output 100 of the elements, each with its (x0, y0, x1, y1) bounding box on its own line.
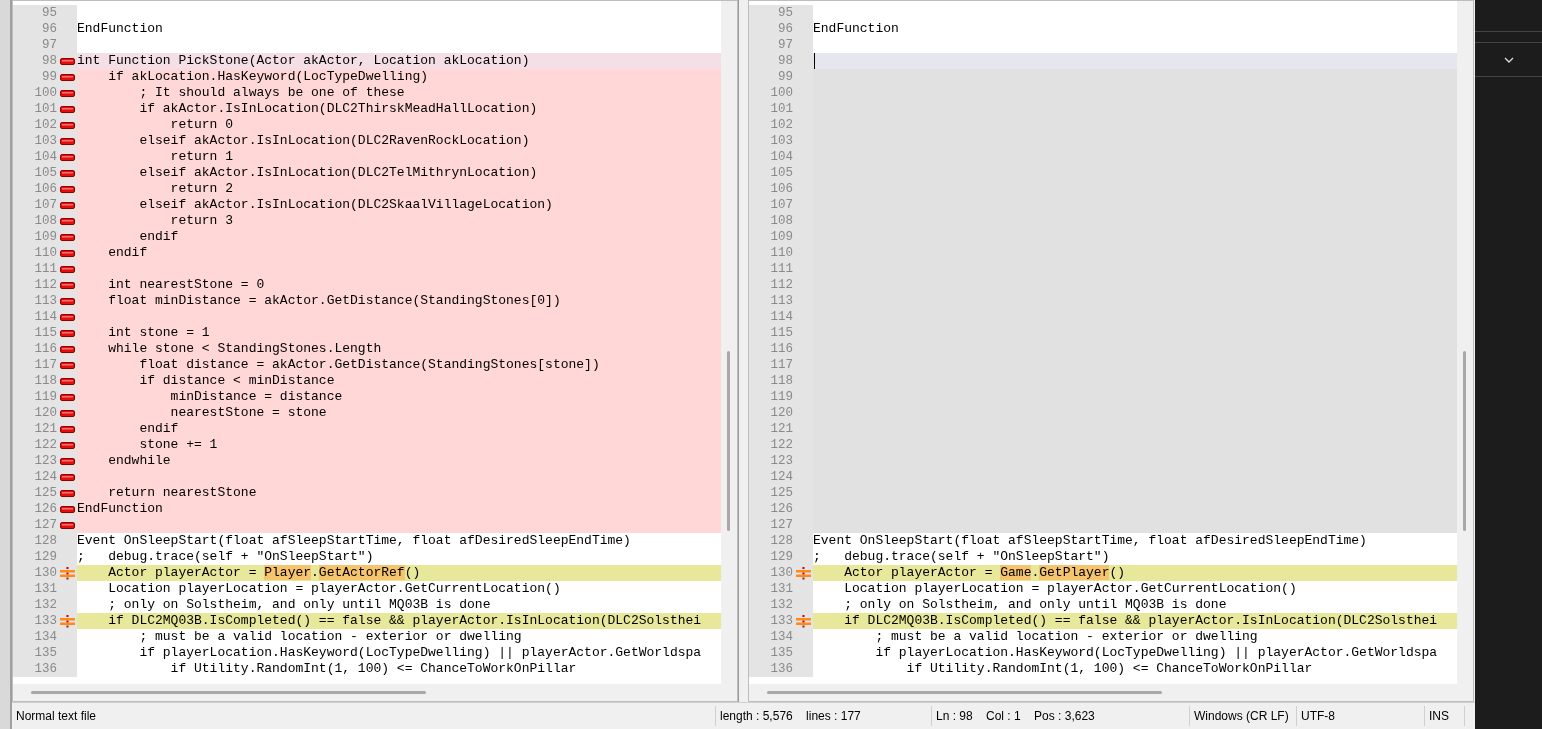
line-number: 122 (769, 437, 793, 453)
code-line: Event OnSleepStart(float afSleepStartTime, float afDesiredSleepEndTime) (77, 533, 631, 549)
code-line: int nearestStone = 0 (107, 277, 265, 293)
line-number: 118 (33, 373, 57, 389)
line-number: 134 (769, 629, 793, 645)
chevron-down-icon[interactable] (1503, 56, 1514, 63)
line-number: 98 (41, 53, 57, 69)
code-line: if DLC2MQ03B.IsCompleted() == false && playerActor.IsInLocation(DLC2Solsthei (107, 613, 702, 629)
line-number: 99 (777, 69, 793, 85)
code-line: ; only on Solstheim, and only until MQ03B is done (107, 597, 491, 613)
line-number: 97 (777, 37, 793, 53)
vertical-scrollbar[interactable] (1457, 1, 1473, 684)
code-line: if playerLocation.HasKeyword(LocTypeDwelling) || playerActor.GetWorldspa (138, 645, 702, 661)
code-line: endif (107, 245, 148, 261)
line-number: 135 (769, 645, 793, 661)
line-number: 110 (33, 245, 57, 261)
line-number: 100 (33, 85, 57, 101)
code-line: return 1 (169, 149, 234, 165)
status-text: INS (1425, 706, 1465, 726)
line-number: 134 (33, 629, 57, 645)
status-text: length : 5,576 lines : 177 (716, 706, 932, 726)
line-number: 100 (769, 85, 793, 101)
line-number: 113 (769, 293, 793, 309)
code-line: endwhile (107, 453, 171, 469)
status-text: UTF-8 (1297, 706, 1425, 726)
line-number: 104 (33, 149, 57, 165)
line-number: 103 (769, 133, 793, 149)
line-number: 103 (33, 133, 57, 149)
line-number: 95 (777, 5, 793, 21)
line-number: 115 (33, 325, 57, 341)
line-number: 123 (769, 453, 793, 469)
line-number: 132 (33, 597, 57, 613)
code-line: Location playerLocation = playerActor.GetCurrentLocation() (843, 581, 1297, 597)
code-line: if distance < minDistance (138, 373, 335, 389)
code-line: nearestStone = stone (169, 405, 327, 421)
line-number: 125 (33, 485, 57, 501)
line-number: 116 (33, 341, 57, 357)
code-line: int stone = 1 (107, 325, 210, 341)
line-number: 121 (33, 421, 57, 437)
code-editor-pane[interactable] (12, 0, 738, 702)
line-number: 130 (33, 565, 57, 581)
line-number: 112 (769, 277, 793, 293)
line-number: 122 (33, 437, 57, 453)
code-line: int Function PickStone(Actor akActor, Location akLocation) (77, 53, 530, 69)
horizontal-scrollbar[interactable] (13, 684, 737, 701)
line-number: 96 (41, 21, 57, 37)
code-line: endif (138, 421, 179, 437)
line-number: 114 (769, 309, 793, 325)
status-text: Ln : 98 Col : 1 Pos : 3,623 (932, 706, 1190, 726)
code-line: elseif akActor.IsInLocation(DLC2TelMithrynLocation) (138, 165, 538, 181)
code-line: ; must be a valid location - exterior or dwelling (138, 629, 522, 645)
line-number: 128 (33, 533, 57, 549)
line-number: 119 (769, 389, 793, 405)
code-line: Actor playerActor = Player.GetActorRef() (107, 565, 421, 581)
line-number: 117 (33, 357, 57, 373)
changed-line-icon (795, 614, 811, 628)
status-text: Windows (CR LF) (1190, 706, 1297, 726)
line-number: 130 (769, 565, 793, 581)
code-line: elseif akActor.IsInLocation(DLC2RavenRockLocation) (138, 133, 530, 149)
code-line: ; only on Solstheim, and only until MQ03B is done (843, 597, 1227, 613)
line-number: 120 (33, 405, 57, 421)
line-number: 120 (769, 405, 793, 421)
line-number: 135 (33, 645, 57, 661)
code-line: if akLocation.HasKeyword(LocTypeDwelling) (107, 69, 429, 85)
line-number: 102 (33, 117, 57, 133)
line-number: 127 (33, 517, 57, 533)
line-number: 107 (33, 197, 57, 213)
code-line: return 2 (169, 181, 234, 197)
line-number: 117 (769, 357, 793, 373)
code-line: if playerLocation.HasKeyword(LocTypeDwelling) || playerActor.GetWorldspa (874, 645, 1438, 661)
line-number: 112 (33, 277, 57, 293)
code-line: EndFunction (813, 21, 899, 37)
line-number: 110 (769, 245, 793, 261)
line-number: 129 (33, 549, 57, 565)
line-number: 111 (769, 261, 793, 277)
code-line: return 3 (169, 213, 234, 229)
line-number: 99 (41, 69, 57, 85)
line-number: 119 (33, 389, 57, 405)
changed-line-icon (795, 566, 811, 580)
changed-line-icon (59, 566, 75, 580)
line-number: 129 (769, 549, 793, 565)
line-number: 127 (769, 517, 793, 533)
line-number: 95 (41, 5, 57, 21)
line-number: 106 (769, 181, 793, 197)
line-number: 131 (33, 581, 57, 597)
line-number: 118 (769, 373, 793, 389)
vertical-scrollbar[interactable] (721, 1, 737, 684)
line-number: 123 (33, 453, 57, 469)
line-number: 136 (769, 661, 793, 677)
code-line: while stone < StandingStones.Length (107, 341, 382, 357)
line-number: 105 (33, 165, 57, 181)
code-line: ; debug.trace(self + "OnSleepStart") (77, 549, 374, 565)
horizontal-scrollbar[interactable] (749, 684, 1473, 701)
line-number: 116 (769, 341, 793, 357)
code-line: endif (138, 229, 179, 245)
line-number: 126 (33, 501, 57, 517)
code-line: if akActor.IsInLocation(DLC2ThirskMeadHallLocation) (138, 101, 538, 117)
line-number: 111 (33, 261, 57, 277)
changed-line-icon (59, 614, 75, 628)
line-number: 108 (33, 213, 57, 229)
